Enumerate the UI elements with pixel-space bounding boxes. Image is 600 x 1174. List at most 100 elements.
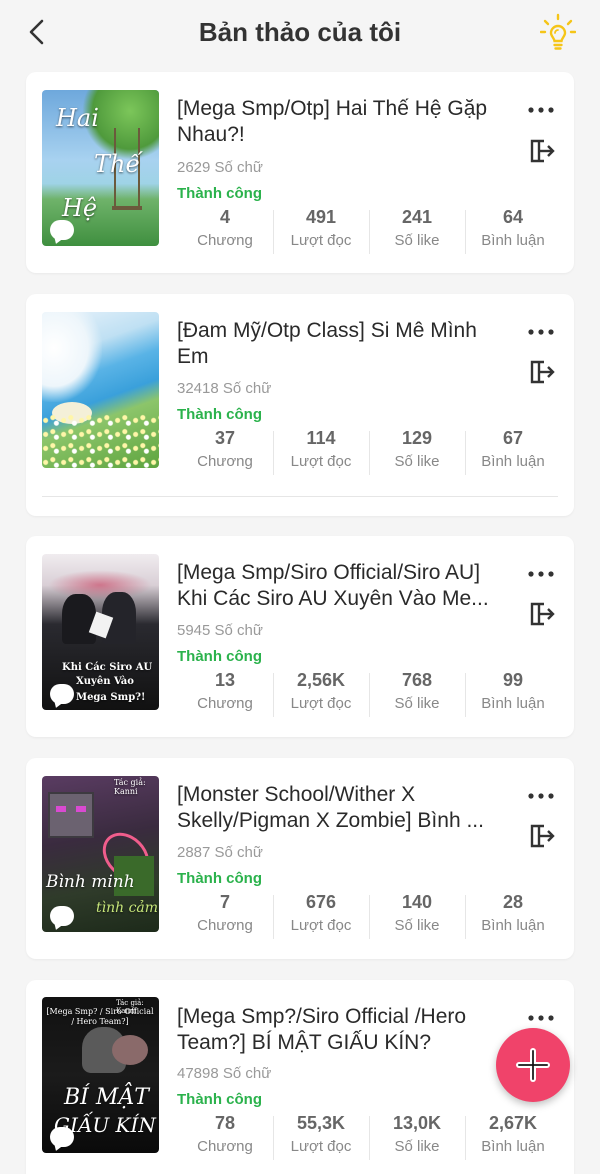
stat-value: 7 bbox=[219, 892, 230, 912]
publish-button[interactable] bbox=[526, 357, 556, 387]
story-cover[interactable] bbox=[42, 312, 159, 468]
story-stats: 4 Chương 491 Lượt đọc 241 Số like 64 Bình lu… bbox=[177, 206, 561, 256]
lightbulb-icon bbox=[540, 13, 576, 50]
publish-button[interactable] bbox=[526, 821, 556, 851]
story-title[interactable]: [Mega Smp?/Siro Official /Hero Team?] BÍ… bbox=[177, 1004, 507, 1056]
more-options-button[interactable] bbox=[526, 1008, 556, 1028]
story-cover[interactable]: Tác giả: Kanni [Mega Smp? / Siro Officia… bbox=[42, 997, 159, 1153]
publish-button[interactable] bbox=[526, 599, 556, 629]
status-badge: Thành công bbox=[177, 185, 262, 202]
stat-label: Số like bbox=[394, 232, 440, 249]
stat-likes: 129 Số like bbox=[369, 427, 465, 477]
stat-value: 67 bbox=[502, 428, 524, 448]
stat-value: 64 bbox=[502, 207, 524, 227]
cover-title-text: BÍ MẬT bbox=[64, 1085, 149, 1110]
more-options-button[interactable] bbox=[526, 322, 556, 342]
stat-label: Bình luận bbox=[481, 695, 545, 712]
stat-label: Bình luận bbox=[481, 453, 545, 470]
cover-title-text: Hai bbox=[56, 104, 99, 132]
stat-value: 99 bbox=[502, 670, 524, 690]
tips-button[interactable] bbox=[538, 12, 578, 52]
story-title[interactable]: [Mega Smp/Siro Official/Siro AU] Khi Các… bbox=[177, 560, 507, 612]
story-cover[interactable]: Khi Các Siro AU Xuyên Vào Mega Smp?! bbox=[42, 554, 159, 710]
back-button[interactable] bbox=[18, 14, 54, 50]
story-card[interactable]: Tác giả: Kanni Bình minh tình cảm [Monst… bbox=[26, 758, 574, 959]
status-badge: Thành công bbox=[177, 648, 262, 665]
cover-title-text: Khi Các Siro AU bbox=[62, 662, 153, 673]
stat-label: Chương bbox=[197, 232, 253, 249]
stat-likes: 241 Số like bbox=[369, 206, 465, 256]
stat-reads: 676 Lượt đọc bbox=[273, 891, 369, 941]
story-stats: 78 Chương 55,3K Lượt đọc 13,0K Số like 2,67… bbox=[177, 1112, 561, 1162]
cover-title-text: [Mega Smp? / Siro Official / Hero Team?] bbox=[46, 1007, 154, 1026]
more-dots-icon bbox=[528, 793, 554, 799]
stat-label: Số like bbox=[394, 695, 440, 712]
stat-chapters: 7 Chương bbox=[177, 891, 273, 941]
app-header: Bản thảo của tôi bbox=[0, 0, 600, 64]
more-dots-icon bbox=[528, 329, 554, 335]
story-card[interactable]: Hai Thế Hệ [Mega Smp/Otp] Hai Thế Hệ Gặp… bbox=[26, 72, 574, 273]
story-title[interactable]: [Monster School/Wither X Skelly/Pigman X… bbox=[177, 782, 507, 834]
word-count: 47898 Số chữ bbox=[177, 1065, 272, 1082]
stat-chapters: 13 Chương bbox=[177, 669, 273, 719]
stat-value: 2,67K bbox=[488, 1113, 538, 1133]
stat-value: 241 bbox=[401, 207, 433, 227]
stat-label: Bình luận bbox=[481, 1138, 545, 1155]
cover-title-text: tình cảm bbox=[96, 900, 159, 916]
stat-value: 114 bbox=[306, 428, 336, 448]
stat-label: Số like bbox=[394, 1138, 440, 1155]
plus-icon bbox=[516, 1048, 550, 1082]
export-icon bbox=[530, 824, 555, 848]
stat-value: 37 bbox=[214, 428, 236, 448]
story-cover[interactable]: Hai Thế Hệ bbox=[42, 90, 159, 246]
publish-button[interactable] bbox=[526, 136, 556, 166]
stat-value: 55,3K bbox=[296, 1113, 346, 1133]
stat-label: Chương bbox=[197, 917, 253, 934]
export-icon bbox=[530, 602, 555, 626]
stat-label: Lượt đọc bbox=[290, 453, 352, 470]
stat-likes: 140 Số like bbox=[369, 891, 465, 941]
stat-value: 4 bbox=[219, 207, 230, 227]
stat-value: 78 bbox=[214, 1113, 236, 1133]
more-options-button[interactable] bbox=[526, 100, 556, 120]
export-icon bbox=[530, 360, 555, 384]
more-options-button[interactable] bbox=[526, 786, 556, 806]
comment-badge-icon bbox=[50, 906, 74, 926]
story-card[interactable]: Tác giả: Kanni [Mega Smp? / Siro Officia… bbox=[26, 980, 574, 1174]
stat-value: 13 bbox=[214, 670, 236, 690]
stat-comments: 2,67K Bình luận bbox=[465, 1112, 561, 1162]
stat-value: 491 bbox=[305, 207, 337, 227]
stat-comments: 99 Bình luận bbox=[465, 669, 561, 719]
story-cover[interactable]: Tác giả: Kanni Bình minh tình cảm bbox=[42, 776, 159, 932]
export-icon bbox=[530, 139, 555, 163]
more-options-button[interactable] bbox=[526, 564, 556, 584]
stat-label: Lượt đọc bbox=[290, 695, 352, 712]
status-badge: Thành công bbox=[177, 870, 262, 887]
word-count: 5945 Số chữ bbox=[177, 622, 263, 639]
cover-title-text: Thế bbox=[94, 150, 141, 178]
stat-value: 676 bbox=[305, 892, 337, 912]
cover-title-text: Hệ bbox=[62, 194, 98, 222]
stat-value: 28 bbox=[502, 892, 524, 912]
stat-likes: 13,0K Số like bbox=[369, 1112, 465, 1162]
new-story-button[interactable] bbox=[496, 1028, 570, 1102]
story-stats: 37 Chương 114 Lượt đọc 129 Số like 67 Bình l… bbox=[177, 427, 561, 477]
stat-label: Số like bbox=[394, 917, 440, 934]
comment-badge-icon bbox=[50, 684, 74, 704]
stat-reads: 491 Lượt đọc bbox=[273, 206, 369, 256]
story-card[interactable]: Khi Các Siro AU Xuyên Vào Mega Smp?! [Me… bbox=[26, 536, 574, 737]
stat-comments: 28 Bình luận bbox=[465, 891, 561, 941]
more-dots-icon bbox=[528, 1015, 554, 1021]
story-title[interactable]: [Đam Mỹ/Otp Class] Si Mê Mình Em bbox=[177, 318, 507, 370]
story-card[interactable]: [Đam Mỹ/Otp Class] Si Mê Mình Em 32418 S… bbox=[26, 294, 574, 516]
stat-label: Bình luận bbox=[481, 232, 545, 249]
draft-list[interactable]: Hai Thế Hệ [Mega Smp/Otp] Hai Thế Hệ Gặp… bbox=[0, 64, 600, 1174]
back-arrow-icon bbox=[29, 19, 44, 45]
stat-comments: 67 Bình luận bbox=[465, 427, 561, 477]
story-stats: 13 Chương 2,56K Lượt đọc 768 Số like 99 Bình… bbox=[177, 669, 561, 719]
more-dots-icon bbox=[528, 571, 554, 577]
stat-label: Lượt đọc bbox=[290, 1138, 352, 1155]
story-title[interactable]: [Mega Smp/Otp] Hai Thế Hệ Gặp Nhau?! bbox=[177, 96, 507, 148]
cover-title-text: Bình minh bbox=[46, 872, 135, 892]
story-stats: 7 Chương 676 Lượt đọc 140 Số like 28 Bình lu… bbox=[177, 891, 561, 941]
